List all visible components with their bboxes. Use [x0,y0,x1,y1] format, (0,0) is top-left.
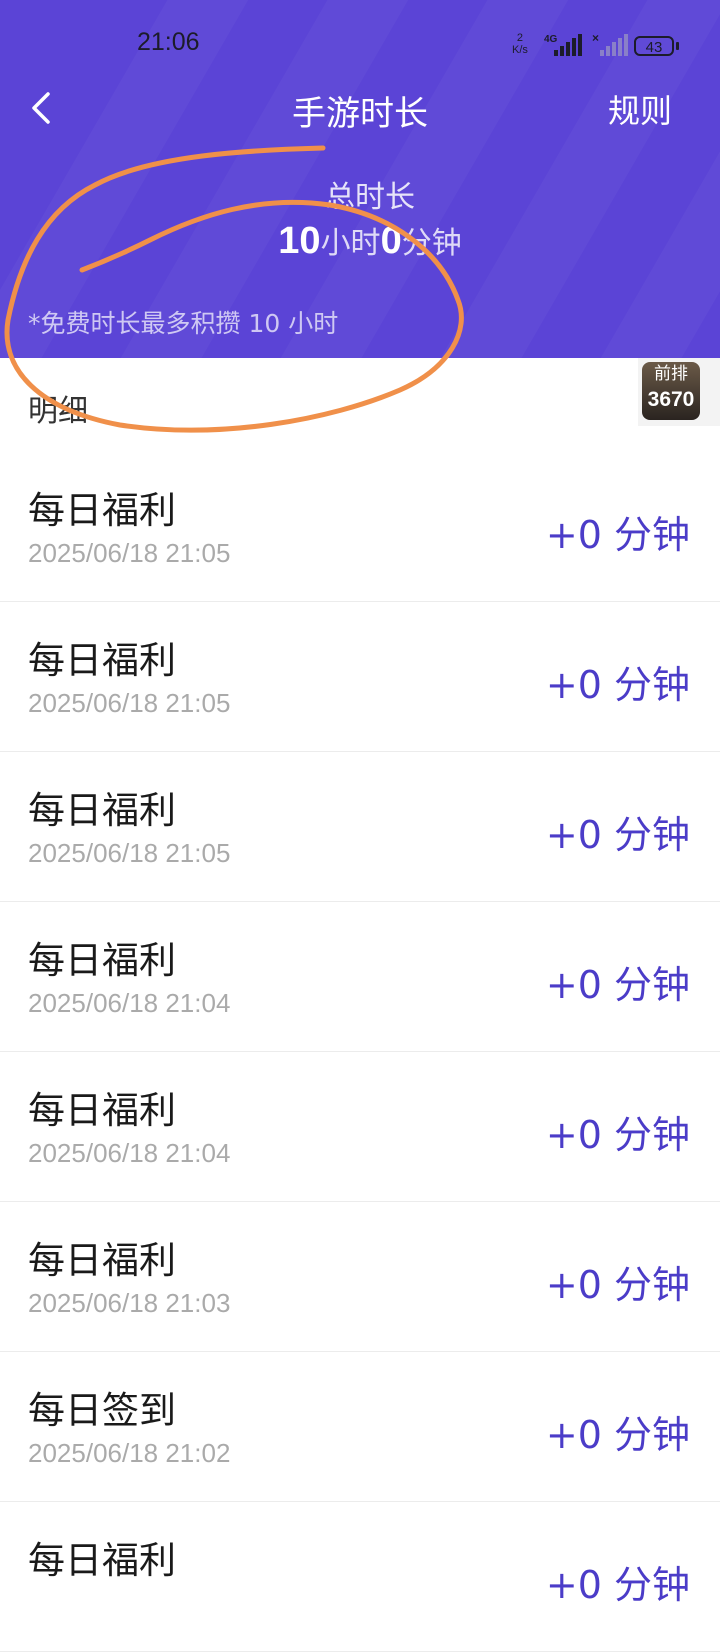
item-amount: +0 分钟 [545,963,690,1007]
item-time: 2025/06/18 21:05 [28,838,231,868]
item-time: 2025/06/18 21:04 [28,1138,231,1168]
status-time: 21:06 [137,28,200,56]
badge-count: 3670 [647,388,695,411]
item-title: 每日福利 [28,1539,176,1582]
item-time: 2025/06/18 21:05 [28,538,231,568]
battery-tip [676,42,679,50]
item-time: 2025/06/18 21:04 [28,988,231,1018]
item-title: 每日福利 [28,489,176,532]
item-amount: +0 分钟 [545,1263,690,1307]
item-amount: +0 分钟 [545,1413,690,1457]
item-amount: +0 分钟 [545,513,690,557]
item-amount: +0 分钟 [545,1113,690,1157]
item-time: 2025/06/18 21:02 [28,1438,231,1468]
item-title: 每日福利 [28,1089,176,1132]
net-speed-value: 2 [516,32,524,44]
item-title: 每日福利 [28,1239,176,1282]
network-type-label: 4G [544,34,558,45]
badge-avatar: 前排 3670 [642,362,700,420]
item-title: 每日福利 [28,639,176,682]
item-time: 2025/06/18 21:03 [28,1288,231,1318]
item-title: 每日福利 [28,789,176,832]
battery-icon: 43 [634,36,674,56]
hours-unit: 小时 [320,226,381,261]
floating-badge[interactable]: 前排 3670 [638,358,720,426]
item-title: 每日签到 [28,1389,176,1432]
list-item[interactable]: 每日福利 2025/06/18 21:05 +0 分钟 [0,452,720,602]
svg-text:×: × [592,31,599,45]
accumulation-note: *免费时长最多积攒 10 小时 [28,309,339,338]
list-item[interactable]: 每日福利 2025/06/18 21:04 +0 分钟 [0,1052,720,1202]
signal-4g-icon: 4G [544,34,582,56]
item-time: 2025/06/18 21:05 [28,688,231,718]
header: 21:06 2 K/s 4G × 43 手游时长 规则 总时长 10小时0分钟 … [0,0,720,358]
minutes-value: 0 [380,220,402,262]
total-duration-value: 10小时0分钟 [0,218,720,263]
minutes-unit: 分钟 [401,226,462,261]
list-item[interactable]: 每日福利 2025/06/18 21:04 +0 分钟 [0,902,720,1052]
item-amount: +0 分钟 [545,663,690,707]
item-title: 每日福利 [28,939,176,982]
badge-label: 前排 [654,364,688,383]
signal-no-service-icon: × [592,31,628,56]
item-amount: +0 分钟 [545,813,690,857]
list-item[interactable]: 每日福利 2025/06/18 21:05 +0 分钟 [0,752,720,902]
detail-list: 每日福利 2025/06/18 21:05 +0 分钟 每日福利 2025/06… [0,452,720,1652]
list-item[interactable]: 每日福利 2025/06/18 21:05 +0 分钟 [0,602,720,752]
net-speed: 2 K/s [512,32,528,56]
list-item[interactable]: 每日福利 2025/06/18 21:03 +0 分钟 [0,1202,720,1352]
hours-value: 10 [278,220,321,262]
item-amount: +0 分钟 [545,1563,690,1607]
total-duration-label: 总时长 [325,180,415,215]
list-item[interactable]: 每日福利 +0 分钟 [0,1502,720,1652]
rules-button[interactable]: 规则 [608,86,672,132]
net-speed-unit: K/s [512,44,528,56]
list-item[interactable]: 每日签到 2025/06/18 21:02 +0 分钟 [0,1352,720,1502]
details-heading: 明细 [28,394,88,429]
